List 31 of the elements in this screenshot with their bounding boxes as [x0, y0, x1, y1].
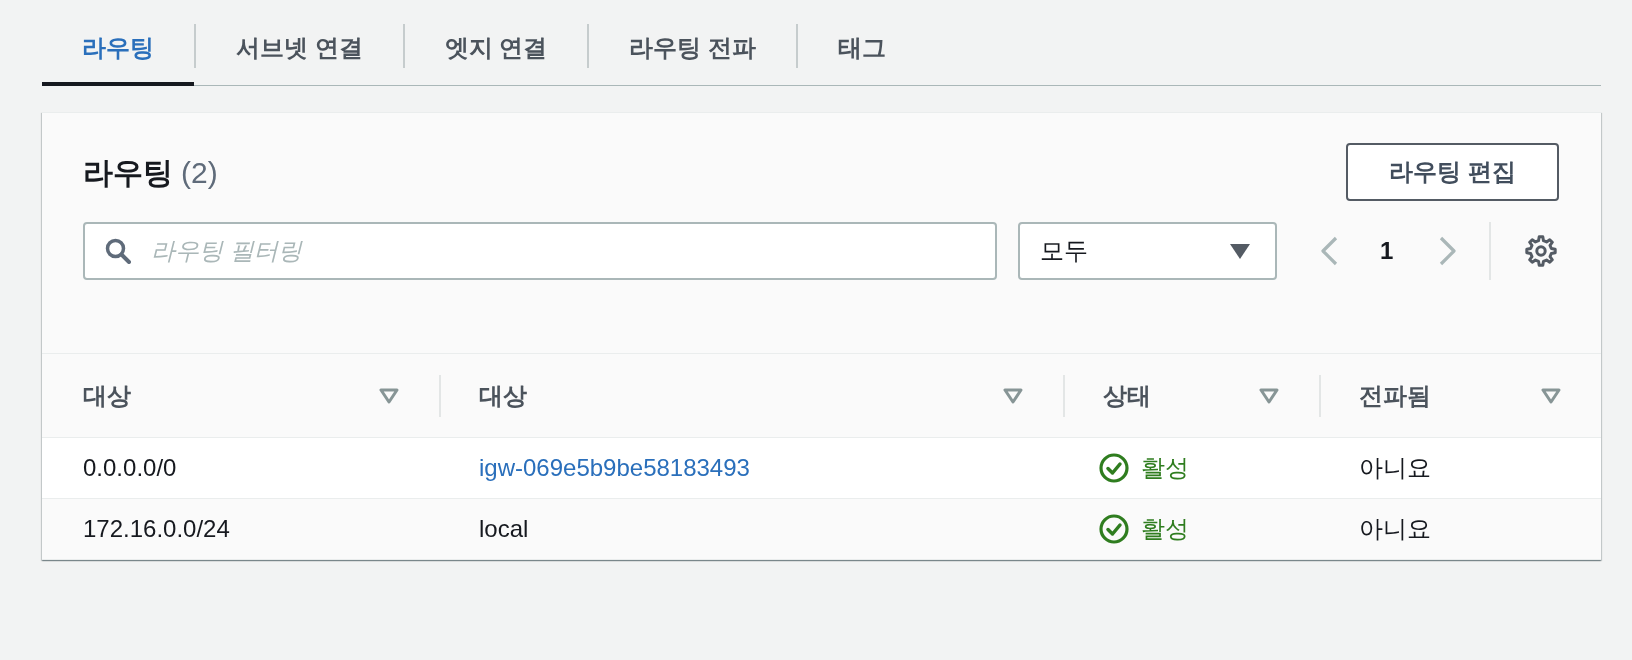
target-value: local — [479, 514, 529, 544]
status-label: 활성 — [1141, 453, 1189, 483]
sort-icon[interactable] — [1003, 387, 1023, 404]
sort-icon[interactable] — [1259, 387, 1279, 404]
search-icon — [105, 238, 131, 264]
sort-icon[interactable] — [1541, 387, 1561, 404]
filter-dropdown[interactable]: 모두 — [1018, 222, 1277, 280]
edit-button[interactable]: 라우팅 편집 — [1346, 143, 1559, 201]
column-header: 대상 — [83, 380, 131, 411]
tab[interactable]: 엣지 연결 — [404, 0, 588, 86]
settings-icon[interactable] — [1525, 235, 1558, 267]
propagated-value: 아니요 — [1359, 514, 1431, 544]
column-header: 전파됨 — [1359, 380, 1431, 411]
check-circle-icon — [1099, 453, 1129, 483]
page-number[interactable]: 1 — [1380, 233, 1394, 269]
status-label: 활성 — [1141, 514, 1189, 544]
item-count: (2) — [181, 154, 218, 191]
column-header: 상태 — [1103, 380, 1151, 411]
tab[interactable]: 라우팅 전파 — [589, 0, 796, 86]
search-field[interactable]: 라우팅 필터링 — [83, 222, 997, 280]
panel-title: 라우팅 — [83, 154, 173, 191]
caret-icon — [1230, 243, 1250, 259]
check-circle-icon — [1099, 514, 1129, 544]
target-link[interactable]: igw-069e5b9be58183493 — [479, 450, 750, 486]
sort-icon[interactable] — [379, 387, 399, 404]
tab[interactable]: 서브넷 연결 — [196, 0, 403, 86]
tab[interactable]: 태그 — [798, 0, 926, 86]
destination-value: 0.0.0.0/0 — [83, 453, 177, 483]
column-header: 대상 — [479, 380, 527, 411]
propagated-value: 아니요 — [1359, 453, 1431, 483]
destination-value: 172.16.0.0/24 — [83, 514, 230, 544]
